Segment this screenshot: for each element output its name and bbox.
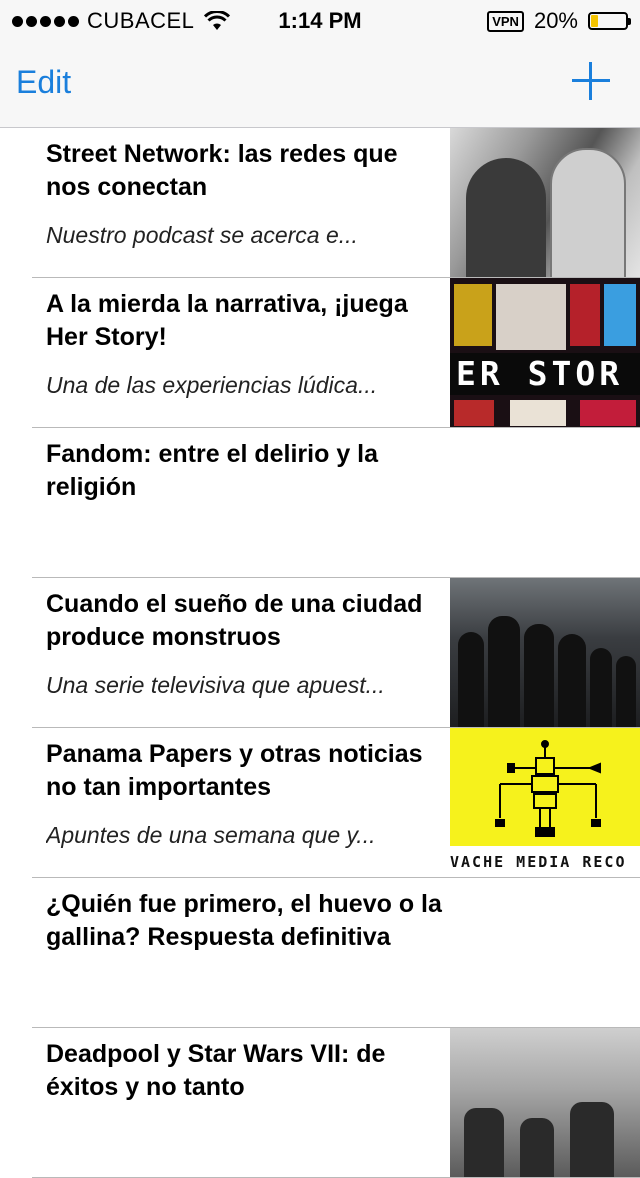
article-thumbnail: ER STOR [450, 278, 640, 428]
list-item[interactable]: Panama Papers y otras noticias no tan im… [0, 728, 640, 878]
battery-level-fill [591, 15, 598, 27]
list-item[interactable]: ¿Quién fue primero, el huevo o la gallin… [0, 878, 640, 1028]
article-text: Street Network: las redes que nos conect… [46, 138, 446, 249]
article-thumbnail: VACHE MEDIA RECO [450, 728, 640, 878]
article-text: A la mierda la narrativa, ¡juega Her Sto… [46, 288, 446, 399]
article-title: A la mierda la narrativa, ¡juega Her Sto… [46, 290, 408, 351]
status-bar: CUBACEL 1:14 PM VPN 20% [0, 0, 640, 40]
article-title: ¿Quién fue primero, el huevo o la gallin… [46, 890, 442, 951]
robot-icon [495, 740, 601, 837]
article-title: Fandom: entre el delirio y la religión [46, 440, 379, 501]
navigation-bar: Edit [0, 40, 640, 128]
article-title: Cuando el sueño de una ciudad produce mo… [46, 590, 423, 651]
thumbnail-caption: VACHE MEDIA RECO [450, 846, 640, 878]
article-title: Panama Papers y otras noticias no tan im… [46, 740, 423, 801]
article-title: Deadpool y Star Wars VII: de éxitos y no… [46, 1040, 386, 1101]
article-title: Street Network: las redes que nos conect… [46, 140, 398, 201]
status-right: VPN 20% [487, 8, 631, 34]
article-thumbnail [450, 578, 640, 728]
list-item[interactable]: Deadpool y Star Wars VII: de éxitos y no… [0, 1028, 640, 1178]
edit-button[interactable]: Edit [16, 64, 71, 101]
article-thumbnail [450, 1028, 640, 1178]
list-item[interactable]: Fandom: entre el delirio y la religión [0, 428, 640, 578]
battery-percent: 20% [533, 8, 578, 33]
list-item[interactable]: A la mierda la narrativa, ¡juega Her Sto… [0, 278, 640, 428]
article-summary: Nuestro podcast se acerca e... [46, 222, 358, 248]
plus-icon[interactable] [572, 62, 610, 100]
battery-icon [588, 12, 631, 30]
article-summary: Una serie televisiva que apuest... [46, 672, 385, 698]
vpn-badge: VPN [487, 10, 524, 32]
article-summary: Apuntes de una semana que y... [46, 822, 376, 848]
article-text: Cuando el sueño de una ciudad produce mo… [46, 588, 446, 699]
article-list[interactable]: Street Network: las redes que nos conect… [0, 128, 640, 1178]
thumbnail-caption: ER STOR [450, 353, 640, 395]
article-summary: Una de las experiencias lúdica... [46, 372, 378, 398]
article-text: Deadpool y Star Wars VII: de éxitos y no… [46, 1038, 446, 1122]
article-text: Panama Papers y otras noticias no tan im… [46, 738, 446, 849]
article-thumbnail [450, 128, 640, 278]
list-item[interactable]: Street Network: las redes que nos conect… [0, 128, 640, 278]
list-item[interactable]: Cuando el sueño de una ciudad produce mo… [0, 578, 640, 728]
article-text: Fandom: entre el delirio y la religión [46, 438, 446, 522]
article-text: ¿Quién fue primero, el huevo o la gallin… [46, 888, 446, 972]
